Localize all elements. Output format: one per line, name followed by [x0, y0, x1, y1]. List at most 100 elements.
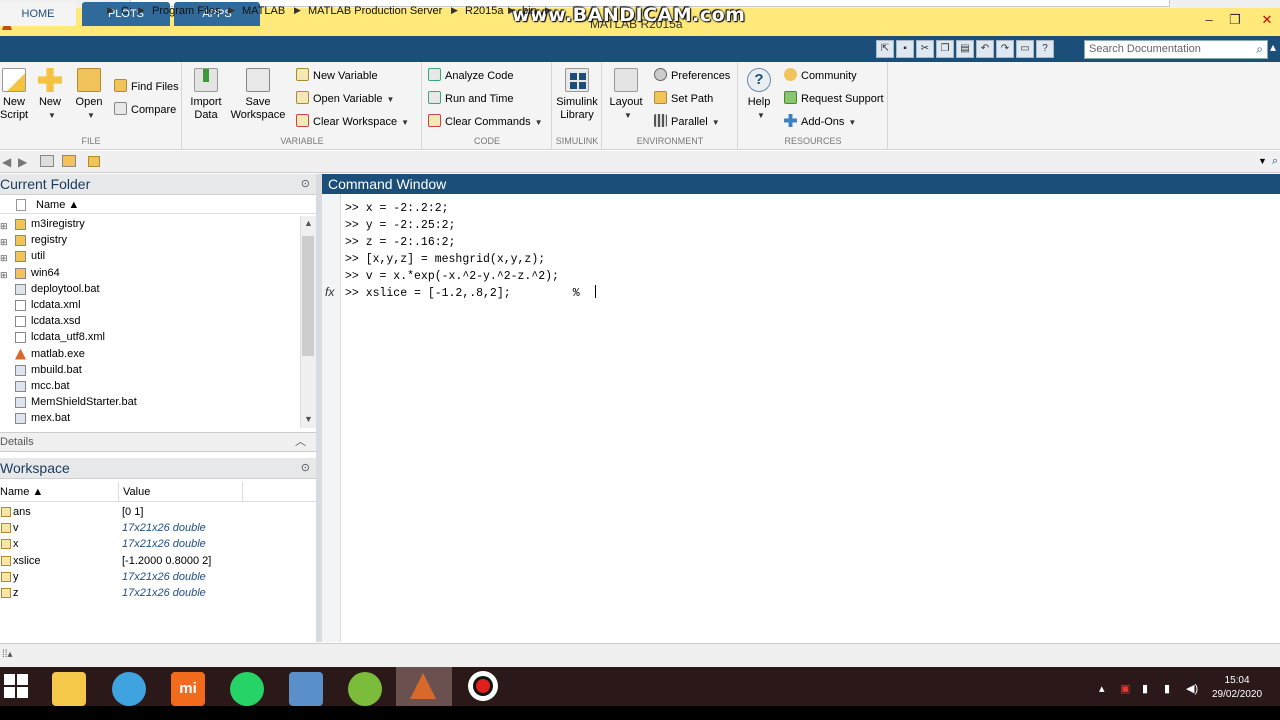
workspace-variable-row[interactable]: x 17x21x26 double — [0, 536, 316, 552]
file-list-item[interactable]: MemShieldStarter.bat — [0, 394, 300, 410]
whatsapp-icon[interactable] — [230, 672, 264, 706]
maximize-button[interactable]: ❐ — [1224, 12, 1246, 32]
file-list-item[interactable]: mex.bat — [0, 410, 300, 426]
file-list-item[interactable]: ⊞ m3iregistry — [0, 216, 300, 232]
compare-button[interactable]: Compare — [114, 101, 176, 119]
file-list-item[interactable]: deploytool.bat — [0, 281, 300, 297]
taskbar-clock[interactable]: 15:04 29/02/2020 — [1212, 674, 1262, 702]
new-button[interactable]: New ▼ — [36, 66, 64, 122]
file-name: mbuild.bat — [31, 363, 82, 376]
open-variable-button[interactable]: Open Variable ▼ — [296, 90, 394, 108]
copy-icon[interactable]: ❐ — [936, 40, 954, 58]
image-app-icon[interactable] — [289, 672, 323, 706]
up-folder-icon[interactable] — [40, 155, 54, 167]
scroll-down-icon[interactable]: ▼ — [304, 414, 313, 424]
file-list-item[interactable]: mcc.bat — [0, 378, 300, 394]
open-button[interactable]: Open ▼ — [74, 66, 104, 122]
request-support-button[interactable]: Request Support — [784, 90, 884, 108]
new-variable-button[interactable]: New Variable — [296, 67, 378, 85]
crumb-bin[interactable]: bin — [522, 5, 537, 17]
tab-home[interactable]: HOME — [0, 2, 76, 26]
panel-menu-icon[interactable]: ⊙ — [301, 174, 310, 195]
redo-icon[interactable]: ↷ — [996, 40, 1014, 58]
details-bar[interactable]: Details ︿ — [0, 432, 316, 452]
switch-windows-icon[interactable]: ▭ — [1016, 40, 1034, 58]
minimize-button[interactable]: – — [1198, 12, 1220, 32]
file-list-item[interactable]: matlab.exe — [0, 346, 300, 362]
forward-arrow-icon[interactable]: ▶ — [18, 155, 27, 169]
shortcut-icon[interactable]: ⇱ — [876, 40, 894, 58]
ws-value-column[interactable]: Value — [123, 486, 150, 498]
cut-icon[interactable]: ✂ — [916, 40, 934, 58]
file-list-item[interactable]: lcdata_utf8.xml — [0, 329, 300, 345]
preferences-button[interactable]: Preferences — [654, 67, 730, 85]
ws-name-column[interactable]: Name ▲ — [0, 486, 43, 498]
tray-volume-icon[interactable]: ◀) — [1186, 682, 1198, 695]
clear-workspace-button[interactable]: Clear Workspace ▼ — [296, 113, 409, 131]
add-ons-button[interactable]: Add-Ons ▼ — [784, 113, 856, 131]
file-list-item[interactable]: lcdata.xsd — [0, 313, 300, 329]
import-data-button[interactable]: Import Data — [188, 66, 224, 122]
file-name: registry — [31, 234, 68, 247]
save-workspace-button[interactable]: Save Workspace — [230, 66, 286, 122]
paste-icon[interactable]: ▤ — [956, 40, 974, 58]
file-list-item[interactable]: mbuild.bat — [0, 362, 300, 378]
crumb-c-drive[interactable]: C: — [121, 5, 132, 17]
search-documentation-input[interactable]: Search Documentation ⌕ — [1084, 40, 1268, 59]
set-path-button[interactable]: Set Path — [654, 90, 713, 108]
clear-commands-button[interactable]: Clear Commands ▼ — [428, 113, 543, 131]
command-window-body[interactable]: >> x = -2:.2:2; >> y = -2:.25:2; >> z = -2… — [341, 194, 1280, 642]
save-icon[interactable]: ▪ — [896, 40, 914, 58]
new-script-button[interactable]: New Script — [0, 66, 28, 122]
mi-icon[interactable]: mi — [171, 672, 205, 706]
matlab-taskbar-button[interactable] — [396, 667, 452, 706]
help-icon[interactable]: ? — [1036, 40, 1054, 58]
crumb-matlab[interactable]: MATLAB — [242, 5, 285, 17]
bandicam-record-icon[interactable] — [468, 671, 498, 701]
layout-button[interactable]: Layout ▼ — [608, 66, 644, 122]
search-icon[interactable]: ⌕ — [1256, 42, 1263, 57]
android-app-icon[interactable] — [348, 672, 382, 706]
scroll-thumb[interactable] — [302, 236, 314, 356]
back-arrow-icon[interactable]: ◀ — [2, 155, 11, 169]
search-folder-icon[interactable]: ⌕ — [1272, 155, 1278, 168]
expand-details-icon[interactable]: ︿ — [295, 433, 306, 451]
workspace-variable-row[interactable]: ans [0 1] — [0, 504, 316, 520]
file-list-item[interactable]: ⊞ registry — [0, 232, 300, 248]
command-line[interactable]: >> xslice = [-1.2,.8,2]; % — [341, 285, 1280, 302]
analyze-code-button[interactable]: Analyze Code — [428, 67, 514, 85]
crumb-program-files[interactable]: Program Files — [152, 5, 220, 17]
tray-battery-icon[interactable]: ▮ — [1142, 682, 1148, 695]
tray-alert-icon[interactable]: ▣ — [1120, 682, 1130, 695]
function-browser-icon[interactable]: fx — [325, 285, 334, 299]
help-button[interactable]: ? Help ▼ — [744, 66, 774, 122]
undo-icon[interactable]: ↶ — [976, 40, 994, 58]
scroll-up-icon[interactable]: ▲ — [304, 218, 313, 228]
workspace-variable-row[interactable]: v 17x21x26 double — [0, 520, 316, 536]
windows-start-icon[interactable] — [4, 674, 28, 698]
address-dropdown-icon[interactable]: ▼ — [1258, 156, 1267, 166]
run-and-time-button[interactable]: Run and Time — [428, 90, 513, 108]
close-button[interactable]: ✕ — [1256, 12, 1278, 32]
workspace-variable-row[interactable]: z 17x21x26 double — [0, 585, 316, 601]
tray-expand-icon[interactable]: ▴ — [1099, 682, 1105, 695]
workspace-variable-row[interactable]: y 17x21x26 double — [0, 569, 316, 585]
file-explorer-icon[interactable] — [52, 672, 86, 706]
parallel-button[interactable]: Parallel ▼ — [654, 113, 720, 131]
community-button[interactable]: Community — [784, 67, 857, 85]
crumb-r2015a[interactable]: R2015a — [465, 5, 504, 17]
find-files-button[interactable]: Find Files — [114, 78, 179, 96]
browse-folder-icon[interactable] — [62, 155, 76, 167]
name-column-header[interactable]: Name ▲ — [36, 199, 79, 211]
file-list-item[interactable]: ⊞ win64 — [0, 265, 300, 281]
crumb-production-server[interactable]: MATLAB Production Server — [308, 5, 442, 17]
tray-signal-icon[interactable]: ▮ — [1164, 682, 1170, 695]
file-list-item[interactable]: lcdata.xml — [0, 297, 300, 313]
file-list-item[interactable]: ⊞ util — [0, 248, 300, 264]
simulink-library-button[interactable]: Simulink Library — [556, 66, 598, 122]
workspace-variable-row[interactable]: xslice [-1.2000 0.8000 2] — [0, 553, 316, 569]
collapse-toolstrip-icon[interactable]: ▴ — [1270, 40, 1276, 54]
panel-menu-icon[interactable]: ⊙ — [301, 458, 310, 479]
app-icon[interactable] — [112, 672, 146, 706]
folder-icon — [88, 156, 100, 167]
